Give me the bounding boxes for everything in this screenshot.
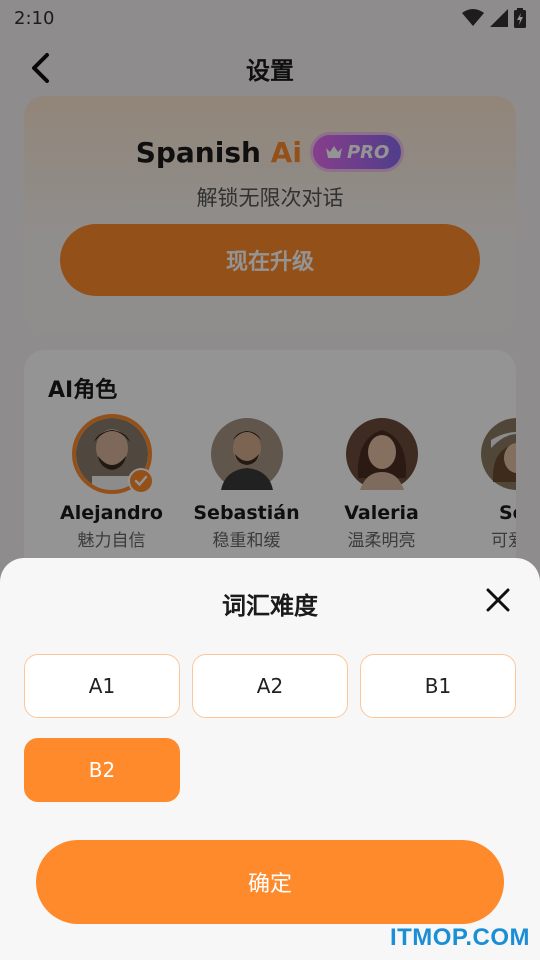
level-options: A1 A2 B1 B2	[24, 654, 516, 802]
level-option-b2[interactable]: B2	[24, 738, 180, 802]
close-icon	[486, 588, 510, 612]
watermark: ITMOP.COM	[389, 924, 530, 951]
vocabulary-difficulty-sheet: 词汇难度 A1 A2 B1 B2 确定	[0, 558, 540, 960]
confirm-button[interactable]: 确定	[36, 840, 504, 924]
level-option-b1[interactable]: B1	[360, 654, 516, 718]
sheet-title: 词汇难度	[222, 592, 318, 620]
level-option-a2[interactable]: A2	[192, 654, 348, 718]
close-button[interactable]	[484, 586, 512, 614]
level-option-a1[interactable]: A1	[24, 654, 180, 718]
